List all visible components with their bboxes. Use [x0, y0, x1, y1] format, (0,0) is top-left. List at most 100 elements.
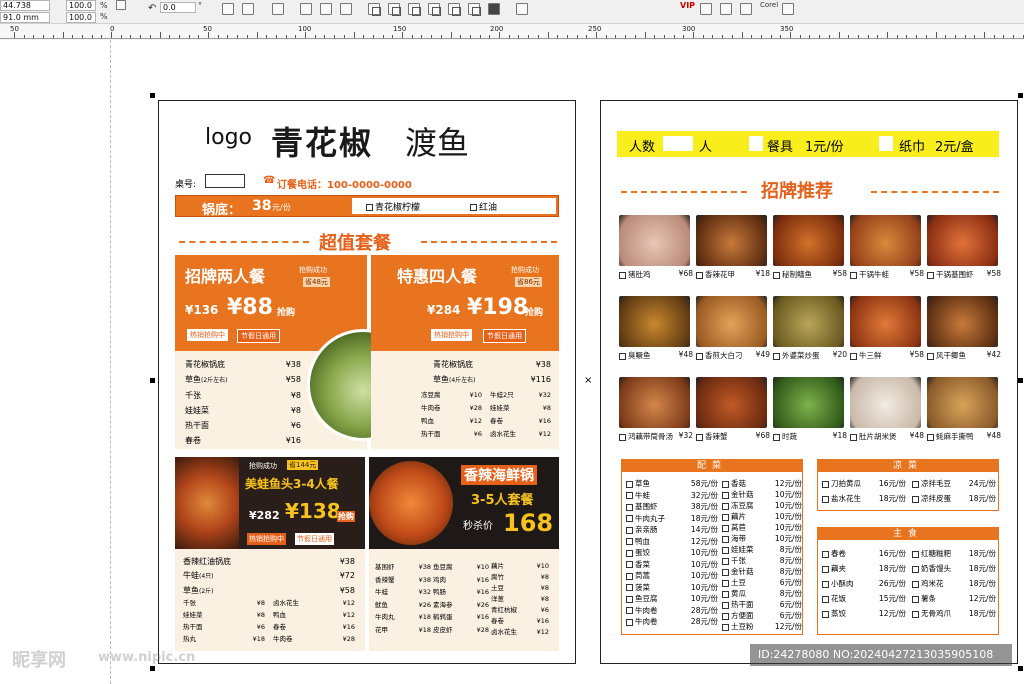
menu-check-item[interactable]: 香菇 12元/份	[722, 478, 802, 489]
item-checkbox[interactable]	[822, 565, 829, 573]
item-checkbox[interactable]	[912, 565, 919, 573]
menu-check-item[interactable]: 千张 8元/份	[722, 555, 802, 566]
menu-check-item[interactable]: 方便面 6元/份	[722, 610, 802, 621]
dish-checkbox[interactable]	[773, 352, 780, 360]
dish-caption[interactable]: 臭鳜鱼 ¥48	[619, 350, 693, 361]
selection-handle[interactable]	[150, 378, 155, 383]
dish-caption[interactable]: 风干鲫鱼 ¥42	[927, 350, 1001, 361]
pot-option-qinghuajiao[interactable]: 青花椒柠檬	[366, 200, 420, 213]
right-menu-page[interactable]: 人数 人 餐具 1元/份 纸巾 2元/盒 招牌推荐 猪肚鸡 ¥68 香辣花甲 ¥18 秘…	[600, 100, 1018, 664]
menu-check-item[interactable]: 红糖糍粑 18元/份	[912, 546, 996, 561]
item-checkbox[interactable]	[626, 492, 633, 499]
dish-checkbox[interactable]	[927, 433, 934, 441]
menu-check-item[interactable]: 茼蒿 10元/份	[626, 570, 718, 582]
item-checkbox[interactable]	[822, 580, 829, 588]
table-number-box[interactable]	[205, 174, 245, 188]
dish-caption[interactable]: 香煎大白刁 ¥49	[696, 350, 770, 361]
set-card-seafood-pot[interactable]: 香辣海鲜锅 3-5人套餐 秒杀价 168 基围虾 ¥38 香辣蟹 ¥38 牛蛙 ¥32 鱿鱼…	[369, 457, 559, 651]
menu-check-item[interactable]: 草鱼 58元/份	[626, 478, 718, 490]
menu-check-item[interactable]: 奶香馒头 18元/份	[912, 561, 996, 576]
item-checkbox[interactable]	[722, 601, 729, 609]
dish-checkbox[interactable]	[773, 271, 780, 279]
dish-caption[interactable]: 秘制鳝鱼 ¥58	[773, 269, 847, 280]
item-checkbox[interactable]	[626, 549, 633, 557]
item-checkbox[interactable]	[722, 513, 729, 521]
mirror-h-icon[interactable]	[222, 3, 234, 15]
plugin-icon-3[interactable]	[782, 3, 794, 15]
menu-check-item[interactable]: 海带 10元/份	[722, 533, 802, 544]
menu-check-item[interactable]: 黄瓜 8元/份	[722, 588, 802, 599]
menu-check-item[interactable]: 盐水花生 18元/份	[822, 491, 906, 506]
menu-check-item[interactable]: 凉拌毛豆 24元/份	[912, 476, 996, 491]
item-checkbox[interactable]	[722, 535, 729, 543]
set-card-four-person[interactable]: 特惠四人餐 抢购成功 省86元 ¥284 ¥198 抢购 热销抢购中 节假日通用…	[371, 255, 559, 449]
menu-check-item[interactable]: 香菜 10元/份	[626, 559, 718, 571]
menu-check-item[interactable]: 藕片 10元/份	[722, 511, 802, 522]
item-checkbox[interactable]	[722, 546, 729, 554]
plugin-icon-2[interactable]	[720, 3, 732, 15]
scale-x-field[interactable]: 100.0	[66, 0, 96, 11]
center-marker-icon[interactable]: ×	[584, 375, 592, 386]
corel-icon[interactable]: Corel	[760, 1, 778, 9]
item-checkbox[interactable]	[722, 524, 729, 532]
item-checkbox[interactable]	[626, 572, 633, 580]
selection-handle[interactable]	[1018, 93, 1023, 98]
item-checkbox[interactable]	[626, 618, 633, 626]
menu-check-item[interactable]: 春卷 16元/份	[822, 546, 906, 561]
item-checkbox[interactable]	[626, 503, 633, 511]
item-checkbox[interactable]	[822, 610, 829, 618]
menu-check-item[interactable]: 无骨鸡爪 18元/份	[912, 606, 996, 621]
menu-check-item[interactable]: 蛋饺 10元/份	[626, 547, 718, 559]
item-checkbox[interactable]	[912, 480, 919, 488]
mirror-v-icon[interactable]	[242, 3, 254, 15]
combine-icon[interactable]	[340, 3, 352, 15]
selection-handle[interactable]	[150, 93, 155, 98]
item-checkbox[interactable]	[722, 480, 729, 488]
dish-checkbox[interactable]	[619, 271, 626, 279]
dish-caption[interactable]: 肚片胡米煲 ¥48	[850, 431, 924, 442]
dish-checkbox[interactable]	[696, 433, 703, 441]
group-icon[interactable]	[272, 3, 284, 15]
dish-checkbox[interactable]	[773, 433, 780, 441]
dish-checkbox[interactable]	[850, 433, 857, 441]
dish-caption[interactable]: 猪肚鸡 ¥68	[619, 269, 693, 280]
item-checkbox[interactable]	[722, 491, 729, 499]
menu-check-item[interactable]: 花饭 15元/份	[822, 591, 906, 606]
dish-checkbox[interactable]	[850, 352, 857, 360]
menu-check-item[interactable]: 基围虾 38元/份	[626, 501, 718, 513]
item-checkbox[interactable]	[626, 515, 633, 522]
plugin-icon-1[interactable]	[700, 3, 712, 15]
dish-caption[interactable]: 牛三鲜 ¥58	[850, 350, 924, 361]
item-checkbox[interactable]	[912, 580, 919, 588]
vip-icon[interactable]: VIP	[680, 1, 695, 10]
menu-check-item[interactable]: 牛蛙 32元/份	[626, 490, 718, 502]
menu-check-item[interactable]: 娃娃菜 8元/份	[722, 544, 802, 555]
menu-check-item[interactable]: 金针菇 8元/份	[722, 566, 802, 577]
menu-check-item[interactable]: 菠菜 10元/份	[626, 582, 718, 594]
menu-check-item[interactable]: 金针菇 10元/份	[722, 489, 802, 500]
set-card-frog-fish-head[interactable]: 抢购成功 省144元 美蛙鱼头3-4人餐 ¥282 ¥138 抢购 热销抢购中 …	[175, 457, 365, 651]
item-checkbox[interactable]	[822, 550, 829, 558]
dish-caption[interactable]: 时蔬 ¥18	[773, 431, 847, 442]
item-checkbox[interactable]	[626, 607, 633, 614]
item-checkbox[interactable]	[626, 561, 633, 568]
trim-icon[interactable]	[388, 3, 401, 16]
item-checkbox[interactable]	[626, 584, 633, 591]
item-checkbox[interactable]	[912, 595, 919, 603]
item-checkbox[interactable]	[626, 538, 633, 545]
tissue-checkbox[interactable]	[879, 136, 893, 151]
dish-caption[interactable]: 香辣蟹 ¥68	[696, 431, 770, 442]
pot-option-hongyou[interactable]: 红油	[470, 200, 497, 213]
left-menu-page[interactable]: logo 青花椒 渡鱼 桌号: ☎ 订餐电话：100-0000-0000 锅底：…	[158, 100, 576, 664]
horizontal-ruler[interactable]: 50 0 50 100 150 200 250 300 350	[0, 24, 1024, 39]
dish-caption[interactable]: 鸿藕带筒骨汤 ¥32	[619, 431, 693, 442]
dish-caption[interactable]: 干锅牛蛙 ¥58	[850, 269, 924, 280]
item-checkbox[interactable]	[626, 480, 633, 488]
tableware-checkbox[interactable]	[749, 136, 763, 151]
menu-check-item[interactable]: 鱼豆腐 10元/份	[626, 593, 718, 605]
menu-check-item[interactable]: 鸡米花 18元/份	[912, 576, 996, 591]
item-checkbox[interactable]	[722, 502, 729, 510]
item-checkbox[interactable]	[626, 526, 633, 534]
dish-caption[interactable]: 香辣花甲 ¥18	[696, 269, 770, 280]
menu-check-item[interactable]: 牛肉卷 28元/份	[626, 616, 718, 628]
